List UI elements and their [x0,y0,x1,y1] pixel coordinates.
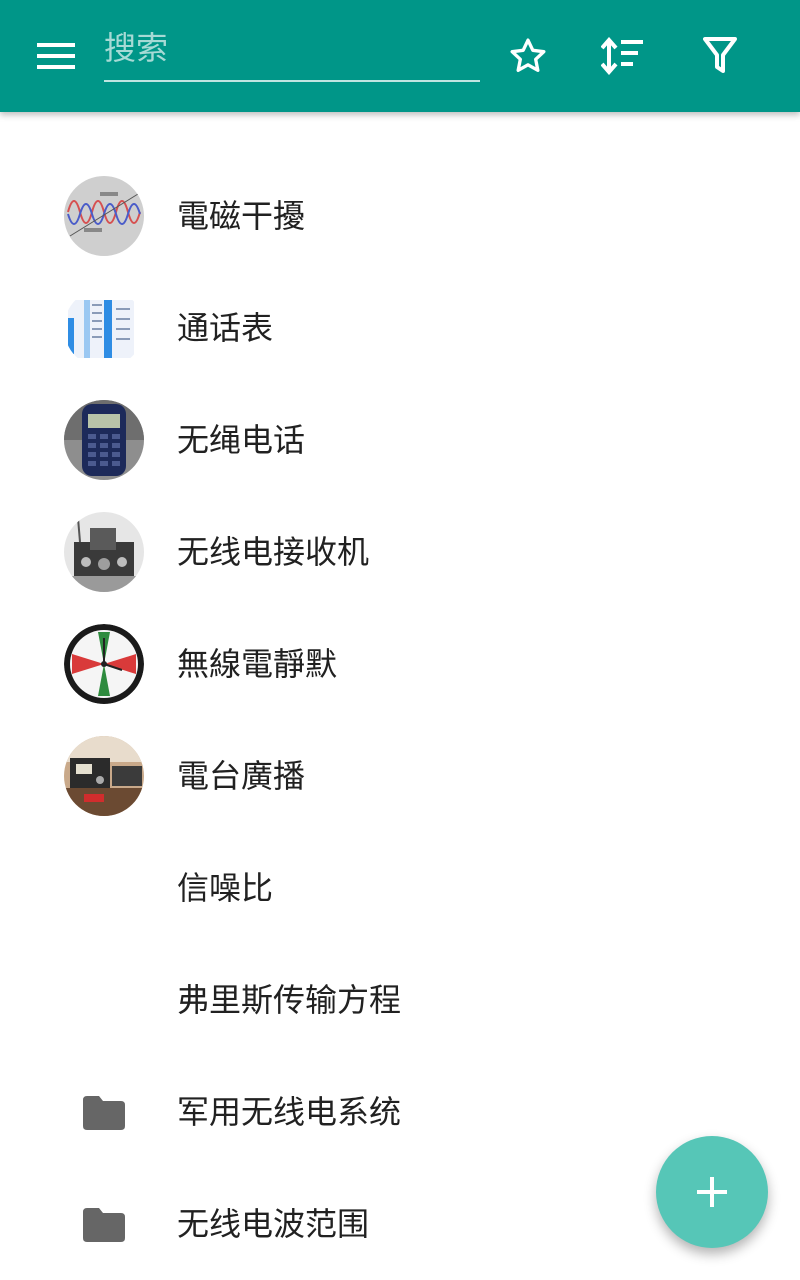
sort-icon [601,37,643,75]
item-list: 電磁干擾 通话表 无绳电话 无线电接收机 無線電靜默 電台廣播 信噪比 弗里斯传… [0,160,800,1280]
add-button[interactable] [656,1136,768,1248]
list-item[interactable]: 信噪比 [0,832,800,944]
favorites-button[interactable] [496,28,560,84]
search-input[interactable] [104,24,474,72]
filter-icon [703,37,737,73]
item-label: 军用无线电系统 [177,1093,402,1131]
plus-icon [697,1177,727,1207]
list-item[interactable]: 无线电接收机 [0,496,800,608]
item-label: 无绳电话 [177,421,306,459]
list-item[interactable]: 无绳电话 [0,384,800,496]
emi-diagram-thumbnail [64,176,144,256]
item-label: 通话表 [177,309,274,347]
list-item[interactable]: 弗里斯传输方程 [0,944,800,1056]
filter-button[interactable] [688,28,752,84]
menu-button[interactable] [24,28,88,84]
list-item[interactable]: 通话表 [0,272,800,384]
item-label: 无线电波范围 [177,1205,370,1243]
item-label: 无线电接收机 [177,533,370,571]
folder-icon [83,1208,125,1242]
cordless-phone-thumbnail [64,400,144,480]
app-toolbar [0,0,800,112]
folder-icon [83,1096,125,1130]
list-item[interactable]: 無線電靜默 [0,608,800,720]
radio-station-thumbnail [64,736,144,816]
clock-thumbnail [64,624,144,704]
item-label: 電磁干擾 [177,197,306,235]
item-label: 弗里斯传输方程 [177,981,402,1019]
list-item[interactable]: 電台廣播 [0,720,800,832]
item-label: 無線電靜默 [177,645,338,683]
list-item[interactable]: 電磁干擾 [0,160,800,272]
call-table-thumbnail [64,288,144,368]
item-label: 信噪比 [177,869,274,907]
hamburger-menu-icon [37,43,75,69]
star-outline-icon [510,38,546,73]
search-bar [104,22,480,82]
sort-button[interactable] [591,28,655,84]
radio-receiver-thumbnail [64,512,144,592]
item-label: 電台廣播 [177,757,306,795]
